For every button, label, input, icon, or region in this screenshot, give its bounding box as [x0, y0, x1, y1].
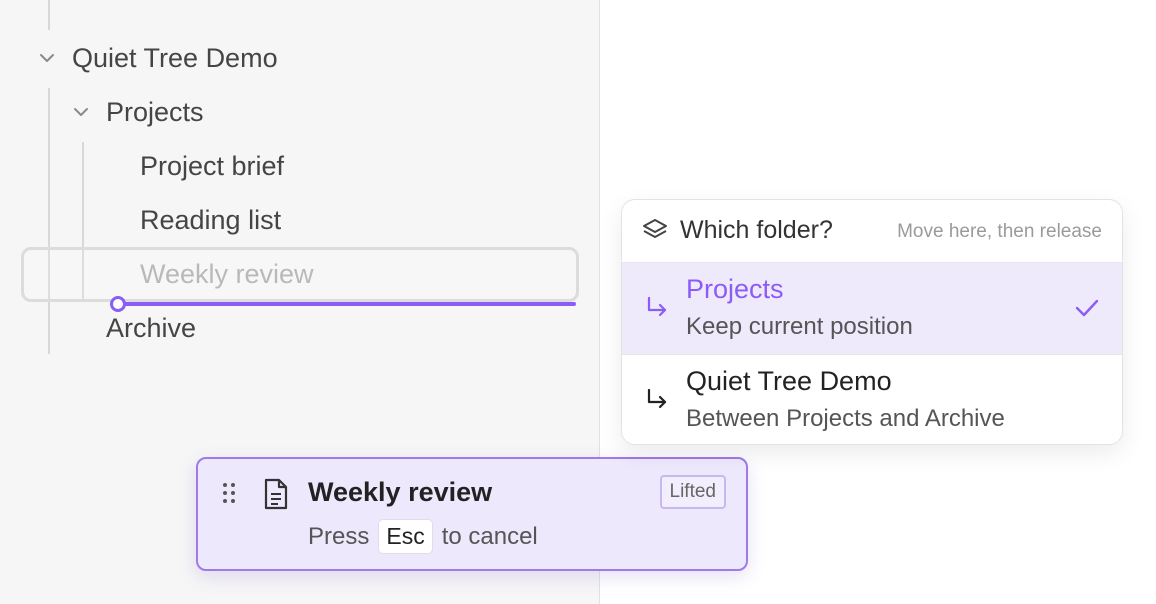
lifted-status-badge: Lifted [659, 475, 726, 509]
lifted-drag-card[interactable]: Weekly review Lifted Press Esc to cancel [196, 457, 748, 571]
check-icon [1075, 299, 1099, 317]
tree-item-label: Weekly review [140, 258, 314, 289]
tree-folder-projects[interactable]: Projects [68, 92, 574, 132]
esc-key-badge: Esc [378, 519, 433, 554]
tree-item-label: Archive [106, 312, 197, 343]
chevron-down-icon[interactable] [70, 101, 92, 123]
tree-item-label: Reading list [140, 204, 282, 235]
tree-guide-top [48, 0, 50, 30]
folder-option-subtitle: Keep current position [686, 313, 913, 340]
popup-header: Which folder? Move here, then release [622, 200, 1122, 262]
folder-option-subtitle: Between Projects and Archive [686, 405, 1005, 432]
lifted-card-hint: Press Esc to cancel [308, 519, 538, 554]
folder-choice-popup: Which folder? Move here, then release Pr… [621, 199, 1123, 445]
hint-text-after: to cancel [441, 522, 538, 550]
tree-folder-quiet-tree-demo[interactable]: Quiet Tree Demo [34, 38, 574, 78]
tree-item-weekly-review-ghost: Weekly review [140, 254, 570, 294]
drop-indicator-line [118, 302, 576, 306]
return-arrow-icon [647, 388, 667, 409]
tree-item-project-brief[interactable]: Project brief [140, 146, 570, 186]
layers-icon [643, 219, 667, 238]
tree-folder-label: Quiet Tree Demo [72, 42, 278, 73]
tree-guide-root [48, 88, 50, 354]
return-arrow-icon [647, 296, 667, 317]
folder-option-projects[interactable]: Projects Keep current position [622, 262, 1122, 354]
drag-handle-icon[interactable] [222, 482, 236, 504]
tree-item-archive[interactable]: Archive [106, 308, 576, 348]
popup-hint: Move here, then release [897, 221, 1102, 242]
folder-option-title: Quiet Tree Demo [686, 366, 892, 396]
tree-item-reading-list[interactable]: Reading list [140, 200, 570, 240]
tree-folder-label: Projects [106, 96, 204, 127]
tree-item-label: Project brief [140, 150, 285, 181]
chevron-down-icon[interactable] [36, 47, 58, 69]
hint-text-before: Press [308, 522, 370, 550]
folder-option-quiet-tree-demo[interactable]: Quiet Tree Demo Between Projects and Arc… [622, 354, 1122, 444]
lifted-card-title: Weekly review [308, 477, 493, 507]
document-icon [264, 478, 288, 510]
folder-option-title: Projects [686, 274, 784, 304]
popup-title: Which folder? [680, 216, 833, 244]
